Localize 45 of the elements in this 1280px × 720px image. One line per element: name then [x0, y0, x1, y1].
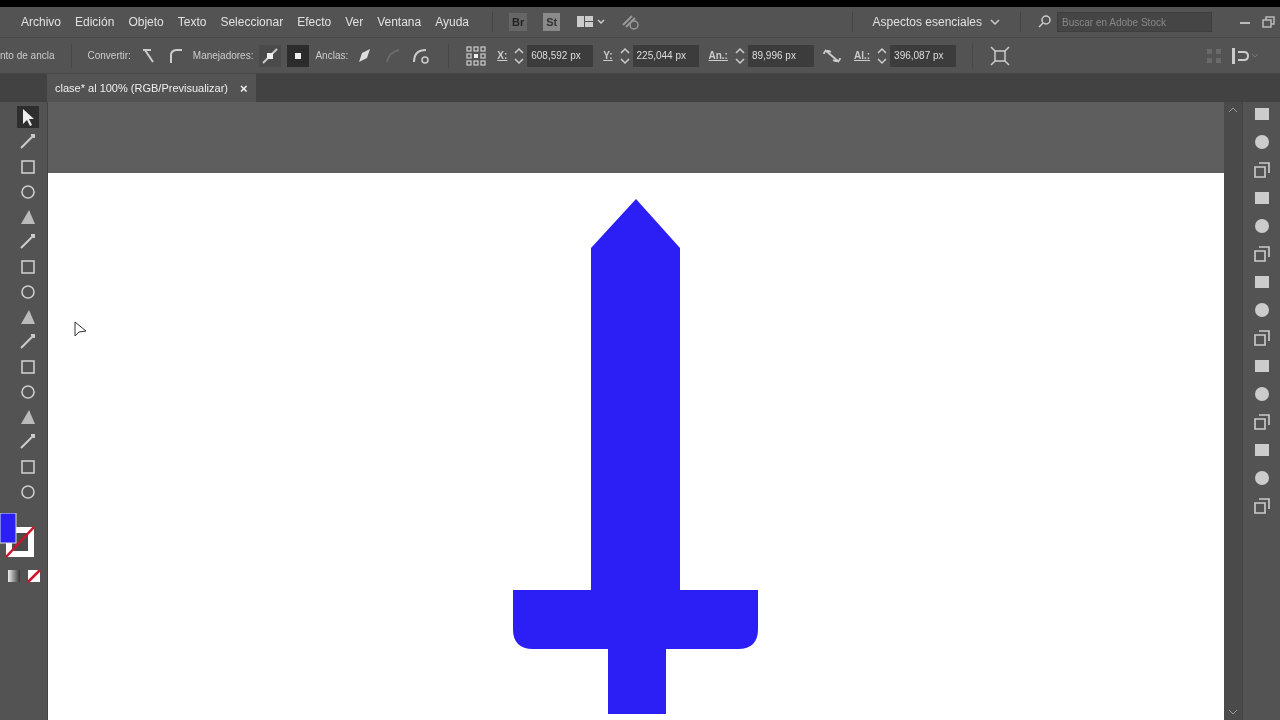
field-label: An.: — [708, 50, 728, 61]
reference-point-icon[interactable] — [465, 44, 488, 67]
stock-button[interactable]: St — [543, 13, 561, 31]
close-tab-button[interactable]: × — [240, 80, 248, 96]
show-handles-icon[interactable] — [259, 44, 282, 67]
gradient-swatch-icon[interactable] — [6, 569, 21, 583]
number-field[interactable]: 225,044 px — [632, 44, 699, 67]
menu-item[interactable]: Seleccionar — [213, 15, 291, 29]
selection-icon[interactable] — [17, 106, 39, 128]
menu-item[interactable]: Texto — [170, 15, 214, 29]
spinner-icon[interactable] — [876, 45, 889, 66]
number-field[interactable]: 89,996 px — [747, 44, 814, 67]
none-swatch-icon[interactable] — [26, 569, 41, 583]
panel-menu-icon[interactable] — [1230, 45, 1260, 66]
number-field[interactable]: 608,592 px — [527, 44, 594, 67]
search-field[interactable]: Buscar en Adobe Stock — [1057, 12, 1212, 32]
workspace-switcher[interactable]: Aspectos esenciales — [868, 15, 1004, 29]
field-label: X: — [497, 50, 508, 61]
field-label: Y: — [603, 50, 613, 61]
spinner-icon[interactable] — [618, 45, 631, 66]
handles-label: Manejadores: — [192, 50, 254, 61]
tool-label: nto de ancla — [0, 50, 55, 61]
sync-icon[interactable] — [620, 13, 641, 31]
scroll-up-icon[interactable] — [1228, 106, 1238, 114]
spinner-icon[interactable] — [513, 45, 526, 66]
search-icon[interactable] — [1037, 15, 1053, 29]
menu-item[interactable]: Edición — [68, 15, 122, 29]
menu-item[interactable]: Ver — [338, 15, 371, 29]
number-field[interactable]: 396,087 px — [890, 44, 957, 67]
menu-item[interactable]: Ventana — [370, 15, 429, 29]
chevron-down-icon — [990, 18, 1000, 26]
hide-handles-icon[interactable] — [287, 44, 310, 67]
menu-item[interactable]: Ayuda — [428, 15, 477, 29]
menu-item[interactable]: Objeto — [121, 15, 171, 29]
anchors-label: Anclas: — [315, 50, 349, 61]
convert-label: Convertir: — [87, 50, 131, 61]
field-label: Al.: — [853, 50, 871, 61]
menu-item[interactable]: Efecto — [290, 15, 339, 29]
spinner-icon[interactable] — [733, 45, 746, 66]
document-tab[interactable]: clase* al 100% (RGB/Previsualizar) × — [47, 74, 256, 102]
cursor-icon — [74, 321, 88, 339]
sword-drawing[interactable] — [513, 199, 758, 714]
scroll-down-icon[interactable] — [1228, 708, 1238, 716]
menu-item[interactable]: Archivo — [14, 15, 68, 29]
layout-icon[interactable] — [576, 14, 607, 30]
